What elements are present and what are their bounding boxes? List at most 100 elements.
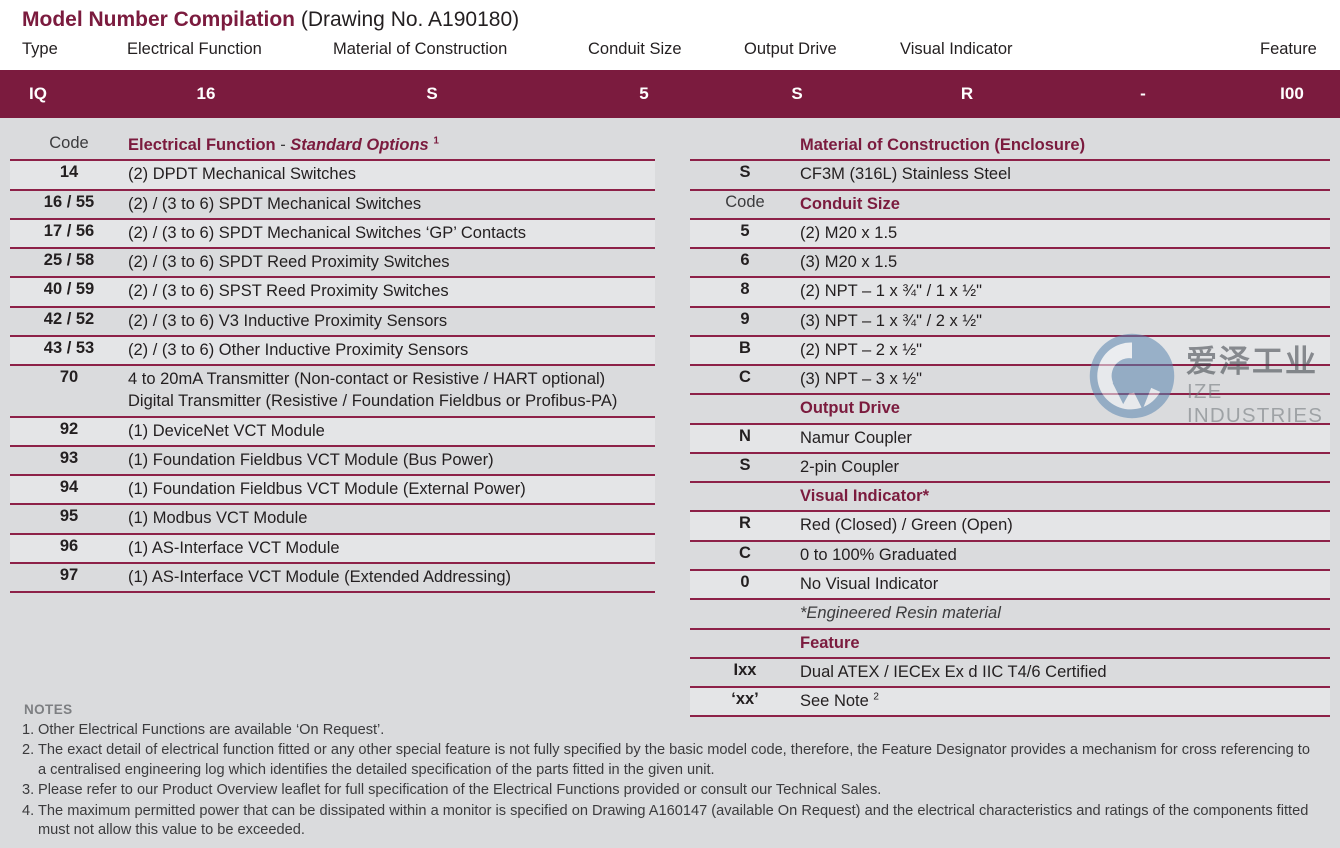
row-description: (1) Foundation Fieldbus VCT Module (Exte…	[128, 480, 526, 499]
row-code: 93	[59, 448, 79, 467]
section-title: Electrical Function - Standard Options 1	[128, 135, 439, 155]
row-description: (2) / (3 to 6) SPDT Reed Proximity Switc…	[128, 253, 450, 272]
left-table-section-header: Code Electrical Function - Standard Optio…	[10, 132, 655, 160]
note-item: 3. Please refer to our Product Overview l…	[22, 781, 1322, 800]
row-code: S	[739, 455, 751, 474]
option-row: R Red (Closed) / Green (Open)	[690, 510, 1330, 540]
model-code-segment-8: I00	[1280, 84, 1304, 103]
row-code: 16 / 55	[43, 192, 95, 211]
note-number: 3.	[22, 782, 35, 799]
row-description: CF3M (316L) Stainless Steel	[800, 165, 1011, 184]
note-number: 2.	[22, 742, 35, 759]
option-row: S CF3M (316L) Stainless Steel	[690, 159, 1330, 189]
row-description: (2) / (3 to 6) SPDT Mechanical Switches …	[128, 223, 526, 242]
row-description: (3) NPT – 3 x ½"	[800, 370, 923, 389]
row-code: 14	[59, 163, 79, 182]
row-description: Dual ATEX / IECEx Ex d IIC T4/6 Certifie…	[800, 662, 1107, 681]
row-code: 96	[59, 536, 79, 555]
row-code: 17 / 56	[43, 221, 95, 240]
electrical-function-row: 42 / 52 (2) / (3 to 6) V3 Inductive Proxi…	[10, 305, 655, 335]
section-header-code-spacer	[690, 483, 800, 488]
row-description: (2) NPT – 2 x ½"	[800, 340, 923, 359]
option-row: S 2-pin Coupler	[690, 451, 1330, 482]
section-title: Output Drive	[800, 399, 900, 418]
notes-heading: NOTES	[24, 702, 73, 717]
row-code: 92	[59, 419, 79, 438]
note-item: 1. Other Electrical Functions are availab…	[22, 721, 1322, 740]
section-footnote-row: *Engineered Resin material	[690, 598, 1330, 628]
section-title: Conduit Size	[800, 194, 900, 213]
model-code-segment-2: 16	[196, 84, 216, 103]
column-header-3: Material of Construction	[333, 40, 508, 58]
column-header-8: Feature	[1260, 40, 1317, 58]
row-description: (3) M20 x 1.5	[800, 253, 898, 272]
row-description: (3) NPT – 1 x ¾" / 2 x ½"	[800, 311, 982, 330]
row-description: (2) / (3 to 6) SPST Reed Proximity Switc…	[128, 282, 449, 301]
option-row: 6 (3) M20 x 1.5	[690, 247, 1330, 277]
electrical-function-row: 40 / 59 (2) / (3 to 6) SPST Reed Proximit…	[10, 276, 655, 306]
option-row: 8 (2) NPT – 1 x ¾" / 1 x ½"	[690, 276, 1330, 306]
row-code: 70	[59, 368, 79, 387]
column-header-2: Electrical Function	[127, 40, 262, 58]
note-text: The exact detail of electrical function …	[38, 742, 1310, 778]
option-row: N Namur Coupler	[690, 422, 1330, 452]
electrical-function-row: 94 (1) Foundation Fieldbus VCT Module (Ex…	[10, 474, 655, 504]
section-header-code-spacer	[690, 132, 800, 137]
option-row: B (2) NPT – 2 x ½"	[690, 334, 1330, 365]
option-row: C (3) NPT – 3 x ½"	[690, 364, 1330, 394]
row-code: 6	[740, 251, 750, 270]
option-row: Ixx Dual ATEX / IECEx Ex d IIC T4/6 Certi…	[690, 656, 1330, 687]
electrical-function-table: Code Electrical Function - Standard Optio…	[10, 132, 655, 594]
row-code: 94	[59, 478, 79, 497]
code-column-label: Code	[49, 134, 89, 152]
section-header-code-spacer	[690, 395, 800, 400]
table-bottom-rule	[10, 591, 655, 594]
row-description: 2-pin Coupler	[800, 457, 900, 476]
row-code: 8	[740, 280, 750, 299]
row-description: (2) NPT – 1 x ¾" / 1 x ½"	[800, 282, 982, 301]
electrical-function-row: 95 (1) Modbus VCT Module	[10, 503, 655, 533]
column-header-4: Conduit Size	[588, 40, 682, 58]
notes-section: NOTES 1. Other Electrical Functions are a…	[22, 702, 1322, 841]
row-description: 0 to 100% Graduated	[800, 545, 957, 564]
right-table-section-header: Material of Construction (Enclosure)	[690, 132, 1330, 160]
row-description: (1) DeviceNet VCT Module	[128, 421, 325, 440]
section-header-code-spacer	[690, 630, 800, 635]
note-number: 4.	[22, 802, 35, 819]
row-description: (2) / (3 to 6) SPDT Mechanical Switches	[128, 194, 422, 213]
row-code: C	[739, 368, 751, 387]
row-description: 4 to 20mA Transmitter (Non-contact or Re…	[128, 370, 618, 411]
row-description: Namur Coupler	[800, 428, 912, 447]
row-description: No Visual Indicator	[800, 574, 939, 593]
model-code-segment-7: -	[1140, 84, 1146, 103]
row-code: B	[739, 338, 751, 357]
row-description: (2) / (3 to 6) V3 Inductive Proximity Se…	[128, 311, 448, 330]
right-table-section-header: Output Drive	[690, 393, 1330, 423]
column-header-5: Output Drive	[744, 40, 837, 58]
note-text: The maximum permitted power that can be …	[38, 802, 1309, 839]
option-row: 5 (2) M20 x 1.5	[690, 217, 1330, 248]
notes-list: 1. Other Electrical Functions are availab…	[22, 721, 1322, 840]
model-code-segment-4: 5	[639, 84, 649, 103]
note-text: Please refer to our Product Overview lea…	[38, 782, 882, 799]
row-code: 25 / 58	[43, 251, 95, 270]
page-title-main: Model Number Compilation	[22, 8, 295, 31]
row-code: Ixx	[733, 660, 757, 679]
electrical-function-row: 96 (1) AS-Interface VCT Module	[10, 532, 655, 562]
right-table-section-header: Code Conduit Size	[690, 188, 1330, 218]
model-code-segment-5: S	[791, 84, 803, 103]
model-code-segment-3: S	[426, 84, 438, 103]
option-row: 0 No Visual Indicator	[690, 568, 1330, 599]
electrical-function-row: 70 4 to 20mA Transmitter (Non-contact or …	[10, 364, 655, 416]
note-item: 4. The maximum permitted power that can b…	[22, 802, 1322, 841]
section-title: Feature	[800, 633, 860, 652]
electrical-function-row: 25 / 58 (2) / (3 to 6) SPDT Reed Proximit…	[10, 247, 655, 277]
row-code: S	[739, 163, 751, 182]
row-code: 9	[740, 309, 750, 328]
electrical-function-row: 97 (1) AS-Interface VCT Module (Extended …	[10, 561, 655, 592]
code-column-label: Code	[725, 192, 765, 211]
column-header-1: Type	[22, 40, 58, 58]
section-title: Visual Indicator*	[800, 487, 929, 506]
row-code: 0	[740, 572, 750, 591]
section-title: Material of Construction (Enclosure)	[800, 136, 1086, 154]
